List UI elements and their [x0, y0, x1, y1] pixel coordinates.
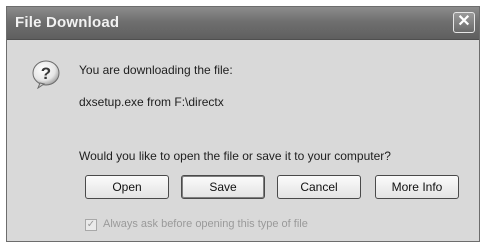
- title-bar[interactable]: File Download ✕: [7, 7, 479, 40]
- save-button[interactable]: Save: [181, 175, 265, 199]
- download-message: You are downloading the file:: [79, 63, 233, 77]
- always-ask-label: Always ask before opening this type of f…: [103, 218, 308, 230]
- dialog-title: File Download: [15, 14, 120, 31]
- close-button[interactable]: ✕: [453, 12, 475, 33]
- open-or-save-question: Would you like to open the file or save …: [79, 149, 391, 163]
- open-button[interactable]: Open: [85, 175, 169, 199]
- cancel-button[interactable]: Cancel: [277, 175, 361, 199]
- question-icon: ?: [32, 60, 60, 89]
- file-name-source: dxsetup.exe from F:\directx: [79, 95, 224, 109]
- more-info-button[interactable]: More Info: [375, 175, 459, 199]
- always-ask-checkbox[interactable]: ✓: [85, 219, 97, 231]
- file-download-dialog: File Download ✕ ? You are downloading th…: [6, 6, 480, 242]
- close-icon: ✕: [457, 13, 471, 30]
- check-mark-icon: ✓: [86, 219, 96, 230]
- svg-text:?: ?: [41, 64, 51, 83]
